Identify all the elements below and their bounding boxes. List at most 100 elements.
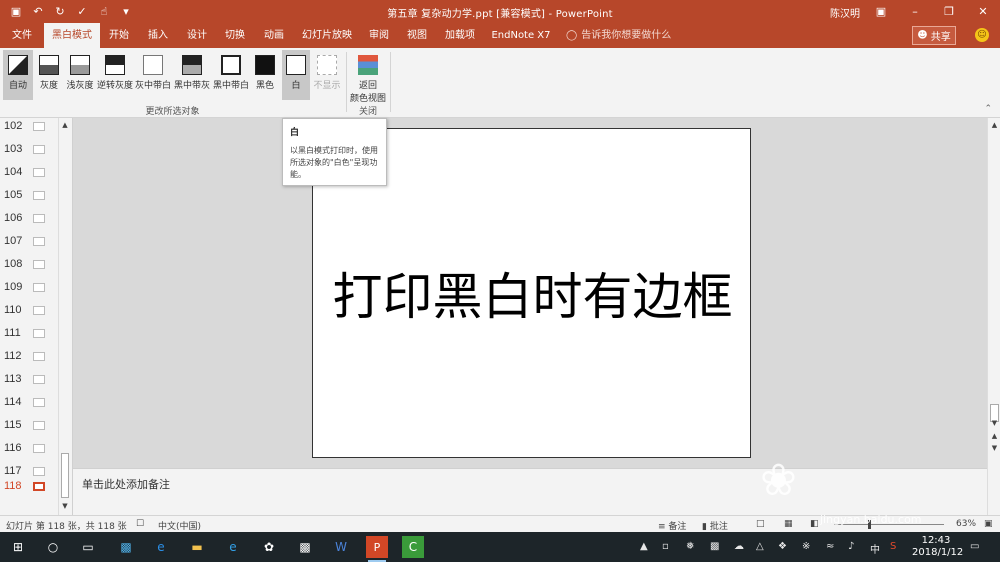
notes-pane[interactable]: 单击此处添加备注: [73, 468, 987, 515]
word-icon[interactable]: W: [330, 536, 352, 558]
bw-white-button[interactable]: 白: [282, 50, 310, 100]
thumbnail-item[interactable]: 111: [0, 325, 56, 347]
wifi-icon[interactable]: ≈: [826, 541, 834, 552]
normal-view-icon[interactable]: □: [756, 519, 765, 529]
bw-auto-button[interactable]: 自动: [3, 50, 33, 100]
windows-start-icon[interactable]: ⊞: [7, 536, 29, 558]
spell-check-icon[interactable]: ☐: [136, 519, 144, 529]
tab-file[interactable]: 文件: [0, 23, 44, 48]
thumbnail-item[interactable]: 115: [0, 417, 56, 439]
action-center-icon[interactable]: ▭: [970, 541, 979, 552]
tab-endnote[interactable]: EndNote X7: [484, 23, 558, 48]
thumbnail-item[interactable]: 109: [0, 279, 56, 301]
bw-light-grayscale-button[interactable]: 浅灰度: [64, 50, 96, 100]
thumbnail-item[interactable]: 113: [0, 371, 56, 393]
collapse-ribbon-icon[interactable]: ⌃: [984, 104, 992, 114]
thumbnail-item-current[interactable]: 118: [0, 478, 56, 500]
tab-home[interactable]: 开始: [100, 23, 138, 48]
tray-app-icon[interactable]: ▩: [710, 541, 719, 552]
user-name[interactable]: 陈汉明: [830, 5, 860, 20]
bw-black-button[interactable]: 黑色: [252, 50, 278, 100]
app-icon[interactable]: ✿: [258, 536, 280, 558]
thumbnail-item[interactable]: 108: [0, 256, 56, 278]
thumbnail-item[interactable]: 105: [0, 187, 56, 209]
thumbnail-item[interactable]: 110: [0, 302, 56, 324]
task-view-icon[interactable]: ▭: [77, 536, 99, 558]
bw-black-with-gray-fill-button[interactable]: 黑中带灰: [173, 50, 211, 100]
tray-app-icon[interactable]: ▫: [662, 541, 669, 552]
bw-inverse-grayscale-button[interactable]: 逆转灰度: [97, 50, 133, 100]
input-method-icon[interactable]: S: [890, 541, 896, 552]
thumbnail-item[interactable]: 112: [0, 348, 56, 370]
tab-review[interactable]: 审阅: [360, 23, 398, 48]
tray-app-icon[interactable]: ❅: [686, 541, 694, 552]
tab-transitions[interactable]: 切换: [216, 23, 254, 48]
minimize-icon[interactable]: –: [898, 0, 932, 23]
ribbon-display-options-icon[interactable]: ▣: [864, 0, 898, 23]
scroll-up-icon[interactable]: ▲: [989, 120, 1000, 131]
bluetooth-icon[interactable]: ※: [802, 541, 810, 552]
file-explorer-icon[interactable]: ▬: [186, 536, 208, 558]
thumbnail-item[interactable]: 114: [0, 394, 56, 416]
tab-view[interactable]: 视图: [398, 23, 436, 48]
slide-text[interactable]: 打印黑白时有边框: [313, 257, 752, 329]
fit-to-window-icon[interactable]: ▣: [984, 519, 993, 529]
notes-placeholder[interactable]: 单击此处添加备注: [82, 476, 170, 492]
thumbnail-item[interactable]: 104: [0, 164, 56, 186]
bw-grayscale-button[interactable]: 灰度: [36, 50, 62, 100]
scrollbar-thumb[interactable]: [61, 453, 69, 498]
back-to-color-view-button[interactable]: 返回 颜色视图: [348, 50, 388, 104]
endnote-icon[interactable]: ▩: [294, 536, 316, 558]
tray-app-icon[interactable]: △: [756, 541, 764, 552]
edge-browser-icon[interactable]: e: [150, 536, 172, 558]
zoom-slider-knob[interactable]: [868, 520, 871, 529]
scroll-down-icon[interactable]: ▼: [989, 418, 1000, 429]
volume-muted-icon[interactable]: ♪: [848, 541, 854, 552]
thumbnail-preview: [33, 482, 45, 491]
onedrive-icon[interactable]: ☁: [734, 541, 744, 552]
clock-date: 2018/1/12: [912, 547, 964, 558]
tab-insert[interactable]: 插入: [138, 23, 178, 48]
feedback-smiley-icon[interactable]: ☺: [975, 28, 989, 42]
thumbnail-item[interactable]: 103: [0, 141, 56, 163]
ime-indicator[interactable]: 中: [870, 541, 880, 556]
notes-toggle-button[interactable]: ≡ 备注: [658, 519, 686, 532]
reading-view-icon[interactable]: ◧: [810, 519, 819, 529]
remote-desktop-icon[interactable]: ▩: [115, 536, 137, 558]
scroll-up-icon[interactable]: ▲: [60, 120, 70, 130]
thumbnail-scrollbar[interactable]: ▲ ▼: [58, 118, 70, 515]
editor-scrollbar[interactable]: ▲ ▼ ▲ ▼: [987, 118, 1000, 515]
internet-explorer-icon[interactable]: e: [222, 536, 244, 558]
bw-gray-with-white-fill-button[interactable]: 灰中带白: [134, 50, 172, 100]
share-button[interactable]: ☻ 共享: [912, 26, 956, 45]
tab-black-white-mode[interactable]: 黑白模式: [44, 23, 100, 48]
thumbnail-item[interactable]: 106: [0, 210, 56, 232]
tab-design[interactable]: 设计: [178, 23, 216, 48]
close-icon[interactable]: ✕: [966, 0, 1000, 23]
tell-me-box[interactable]: ◯ 告诉我你想要做什么: [566, 23, 671, 48]
scroll-down-icon[interactable]: ▼: [60, 501, 70, 511]
previous-slide-icon[interactable]: ▲: [989, 431, 1000, 442]
zoom-level[interactable]: 63%: [956, 519, 976, 529]
zoom-slider[interactable]: [834, 524, 944, 525]
thumbnail-item[interactable]: 116: [0, 440, 56, 462]
tab-animations[interactable]: 动画: [254, 23, 294, 48]
language-indicator[interactable]: 中文(中国): [158, 519, 201, 532]
slide-editing-area: 打印黑白时有边框: [73, 118, 987, 468]
restore-icon[interactable]: ❐: [932, 0, 966, 23]
bw-dont-show-button[interactable]: 不显示: [312, 50, 342, 100]
camtasia-icon[interactable]: C: [402, 536, 424, 558]
slide-sorter-icon[interactable]: ▦: [784, 519, 793, 529]
thumbnail-item[interactable]: 107: [0, 233, 56, 255]
system-tray-up-icon[interactable]: ▲: [640, 541, 648, 552]
tab-add-ins[interactable]: 加载项: [436, 23, 484, 48]
thumbnail-item[interactable]: 102: [0, 118, 56, 140]
comments-toggle-button[interactable]: ▮ 批注: [702, 519, 728, 532]
bw-black-with-white-fill-button[interactable]: 黑中带白: [212, 50, 250, 100]
powerpoint-icon[interactable]: P: [366, 536, 388, 562]
next-slide-icon[interactable]: ▼: [989, 443, 1000, 454]
tray-app-icon[interactable]: ❖: [778, 541, 787, 552]
cortana-icon[interactable]: ○: [42, 536, 64, 558]
tab-slide-show[interactable]: 幻灯片放映: [294, 23, 360, 48]
taskbar-clock[interactable]: 12:43 2018/1/12: [912, 535, 964, 559]
